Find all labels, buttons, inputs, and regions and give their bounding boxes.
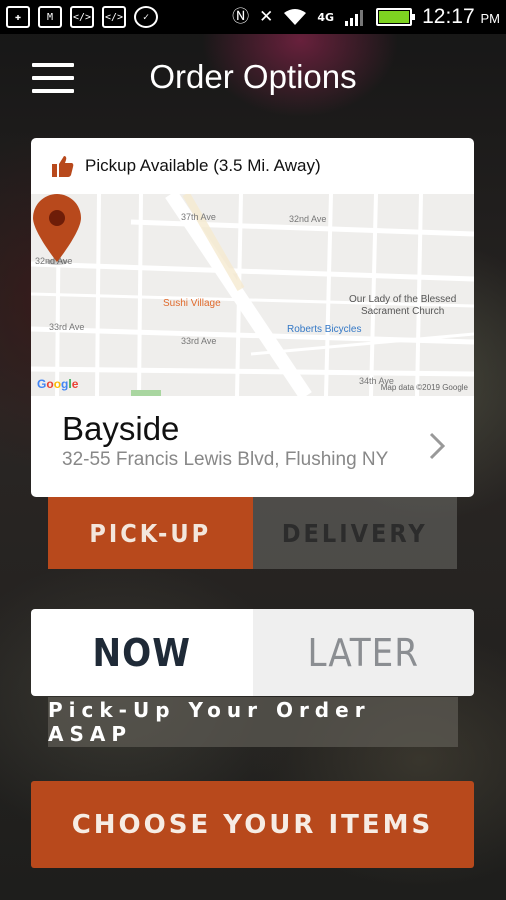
status-bar: ✚ M </> </> ✓ Ⓝ ✕ 4G 12:17 PM [0,0,506,34]
map-view[interactable]: 32nd Ave 37th Ave 32nd Ave 33rd Ave 33rd… [31,194,474,396]
pickup-option[interactable]: PICK-UP [48,497,253,569]
signal-icon [345,10,364,26]
clock-ampm: PM [480,11,501,26]
street-label: 33rd Ave [181,336,217,346]
timing-note: Pick-Up Your Order ASAP [48,697,458,747]
store-name: Bayside [62,410,180,447]
clock: 12:17 PM [422,5,500,29]
church-name-line2: Sacrament Church [360,306,445,317]
bicycle-shop-poi[interactable]: Roberts Bicycles [287,324,361,335]
availability-text: Pickup Available (3.5 Mi. Away) [85,156,321,175]
network-type: 4G [317,10,335,24]
plus-box-icon: ✚ [6,6,30,28]
battery-icon [376,8,416,26]
delivery-option[interactable]: DELIVERY [252,497,457,569]
clock-time: 12:17 [422,5,475,28]
page-title: Order Options [149,58,357,95]
gmail-icon: M [38,6,62,28]
store-selector[interactable]: Bayside 32-55 Francis Lewis Blvd, Flushi… [31,396,474,497]
later-option[interactable]: LATER [252,609,474,696]
code-icon: </> [102,6,126,28]
street-label: 32nd Ave [289,214,327,224]
chevron-right-icon [429,432,446,460]
church-poi[interactable]: Our Lady of the Blessed Sacrament Church [349,294,456,318]
messenger-icon: ✓ [134,6,158,28]
order-type-toggle: PICK-UP DELIVERY [48,497,457,569]
mute-icon: ✕ [259,6,274,27]
now-option[interactable]: NOW [31,609,253,696]
google-logo: Google [37,377,79,391]
order-time-toggle: NOW LATER [31,609,474,696]
nfc-icon: Ⓝ [232,6,250,27]
store-address: 32-55 Francis Lewis Blvd, Flushing NY [62,449,389,470]
map-attribution: Map data ©2019 Google [380,383,468,392]
street-label: 37th Ave [181,212,216,222]
choose-items-button[interactable]: CHOOSE YOUR ITEMS [31,781,474,868]
store-card: Pickup Available (3.5 Mi. Away) 32nd 37t… [31,138,474,497]
restaurant-poi[interactable]: Sushi Village [163,298,221,309]
thumbs-up-icon [52,156,74,177]
code-icon: </> [70,6,94,28]
app-header: Order Options [0,34,506,124]
street-label: 33rd Ave [49,322,85,332]
pickup-availability: Pickup Available (3.5 Mi. Away) [31,138,474,194]
church-name-line1: Our Lady of the Blessed [349,294,457,305]
location-pin-icon [33,194,81,265]
wifi-icon [284,9,307,25]
